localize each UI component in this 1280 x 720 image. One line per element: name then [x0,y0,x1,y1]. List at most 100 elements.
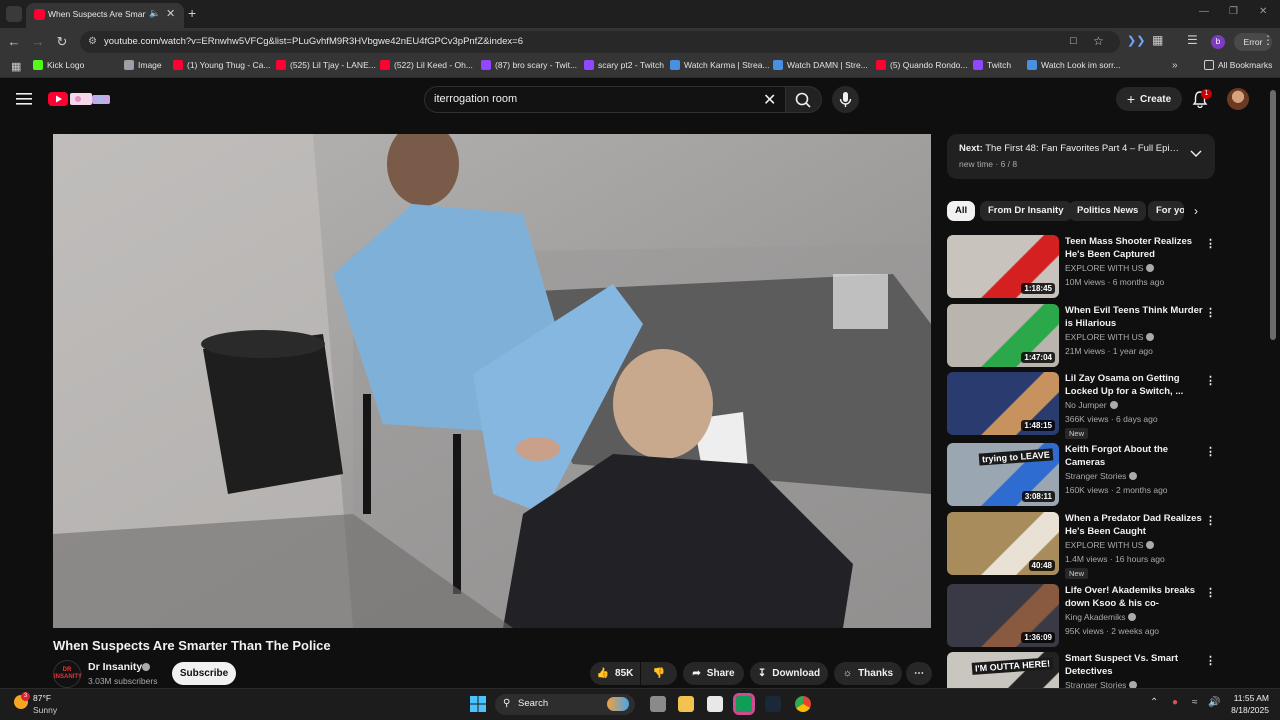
recommended-video-title[interactable]: When a Predator Dad Realizes He's Been C… [1065,512,1205,538]
more-vertical-icon[interactable]: ⋮ [1205,374,1216,387]
windows-start-icon[interactable] [470,696,486,712]
recommended-video-title[interactable]: Lil Zay Osama on Getting Locked Up for a… [1065,372,1205,398]
clock-time[interactable]: 11:55 AM [1233,693,1269,703]
chevron-right-icon[interactable]: › [1194,204,1198,218]
new-tab-button[interactable]: + [188,5,196,21]
forward-icon[interactable]: → [30,34,46,49]
bookmarks-overflow-icon[interactable]: » [1172,60,1178,71]
subscribe-button[interactable]: Subscribe [172,662,236,685]
recommended-video[interactable]: trying to LEAVE 3:08:11 Keith Forgot About… [947,443,1227,507]
microphone-tray-icon[interactable]: ● [1172,697,1178,708]
tab-close-icon[interactable]: ✕ [166,7,175,20]
reload-icon[interactable]: ↻ [54,34,70,50]
steam-icon[interactable] [765,696,781,712]
youtube-logo[interactable] [48,90,112,108]
recommended-video[interactable]: 1:36:09 Life Over! Akademiks breaks down … [947,584,1227,648]
recommended-video-title[interactable]: Keith Forgot About the Cameras [1065,443,1205,469]
recommended-channel[interactable]: EXPLORE WITH US [1065,332,1155,342]
bookmark-item[interactable]: (5) Quando Rondo... [876,60,968,70]
volume-icon[interactable]: 🔊 [1208,697,1220,708]
bookmark-item[interactable]: Kick Logo [33,60,84,70]
extension-icon[interactable]: ❯❯ [1127,34,1145,47]
filter-chip[interactable]: All [947,201,976,221]
playlist-up-next[interactable]: Next: The First 48: Fan Favorites Part 4… [947,134,1215,179]
minimize-icon[interactable]: — [1199,6,1209,17]
task-view-icon[interactable] [650,696,666,712]
taskbar-search[interactable]: ⚲ Search [495,694,635,715]
search-button[interactable] [786,86,822,113]
all-bookmarks-button[interactable]: All Bookmarks [1204,60,1272,70]
recommended-video[interactable]: 1:48:15 Lil Zay Osama on Getting Locked U… [947,372,1227,439]
more-actions-button[interactable]: ⋯ [906,662,932,685]
bookmark-item[interactable]: (522) Lil Keed - Oh... [380,60,473,70]
install-app-icon[interactable]: □ [1070,35,1077,47]
channel-avatar[interactable]: DR INSANITY [53,660,82,688]
more-vertical-icon[interactable]: ⋮ [1205,514,1216,527]
file-explorer-icon[interactable] [678,696,694,712]
bookmark-item[interactable]: Watch DAMN | Stre... [773,60,868,70]
bookmark-item[interactable]: Watch Look im sorr... [1027,60,1121,70]
recommended-channel[interactable]: EXPLORE WITH US [1065,263,1155,273]
search-query[interactable]: iterrogation room [434,93,517,105]
share-button[interactable]: ➦ Share [683,662,744,685]
more-vertical-icon[interactable]: ⋮ [1205,586,1216,599]
bookmark-item[interactable]: (1) Young Thug - Ca... [173,60,270,70]
filter-chip[interactable]: For yo [1148,201,1184,221]
media-controls-icon[interactable]: ☰ [1187,33,1198,47]
recommended-channel[interactable]: Stranger Stories [1065,471,1138,481]
like-button[interactable]: 👍 85K [590,662,640,685]
recommended-video-title[interactable]: Life Over! Akademiks breaks down Ksoo & … [1065,584,1205,610]
bookmark-item[interactable]: Image [124,60,162,70]
clear-search-icon[interactable]: ✕ [763,90,776,110]
hamburger-menu-icon[interactable] [16,92,32,106]
video-thumbnail[interactable]: 1:47:04 [947,304,1059,367]
apps-grid-icon[interactable]: ▦ [11,60,21,73]
bookmark-star-icon[interactable]: ☆ [1093,34,1104,48]
filter-chip[interactable]: From Dr Insanity [980,201,1072,221]
bookmark-item[interactable]: Watch Karma | Strea... [670,60,770,70]
weather-temperature[interactable]: 87°F [33,693,51,703]
video-thumbnail[interactable]: 1:18:45 [947,235,1059,298]
account-avatar[interactable] [1227,88,1249,110]
filter-chip[interactable]: Politics News [1069,201,1147,221]
recommended-video-title[interactable]: Teen Mass Shooter Realizes He's Been Cap… [1065,235,1205,261]
more-vertical-icon[interactable]: ⋮ [1205,654,1216,667]
channel-name[interactable]: Dr Insanity [88,661,142,673]
restore-icon[interactable]: ❐ [1229,6,1238,17]
weather-condition[interactable]: Sunny [33,705,57,715]
tab-active[interactable]: When Suspects Are Smarter Than The Polic… [26,3,184,28]
window-close-icon[interactable]: ✕ [1259,6,1267,17]
address-bar[interactable]: ⚙ youtube.com/watch?v=ERnwhw5VFCg&list=P… [80,31,1120,53]
bookmark-item[interactable]: (87) bro scary - Twit... [481,60,577,70]
sheets-icon[interactable] [733,693,755,715]
more-vertical-icon[interactable]: ⋮ [1205,237,1216,250]
recommended-video[interactable]: 1:47:04 When Evil Teens Think Murder is H… [947,304,1227,368]
recommended-video[interactable]: 40:48 When a Predator Dad Realizes He's B… [947,512,1227,579]
profile-avatar[interactable]: b [1211,35,1225,49]
url-text[interactable]: youtube.com/watch?v=ERnwhw5VFCg&list=PLu… [104,36,523,47]
speaker-icon[interactable]: 🔈 [149,8,160,19]
show-hidden-icons[interactable]: ⌃ [1150,697,1158,708]
video-thumbnail[interactable]: 1:48:15 [947,372,1059,435]
create-button[interactable]: + Create [1116,87,1182,111]
extensions-puzzle-icon[interactable]: ▦ [1152,33,1163,47]
video-player[interactable] [53,134,931,628]
recommended-channel[interactable]: No Jumper [1065,400,1118,410]
search-input[interactable]: iterrogation room ✕ [424,86,786,113]
bookmark-item[interactable]: scary pt2 - Twitch [584,60,664,70]
back-icon[interactable]: ← [6,34,22,49]
chevron-down-icon[interactable] [1190,149,1202,159]
page-scrollbar[interactable] [1270,90,1276,340]
more-vertical-icon[interactable]: ⋮ [1205,306,1216,319]
chrome-icon[interactable] [795,696,811,712]
recommended-channel[interactable]: EXPLORE WITH US [1065,540,1155,550]
video-thumbnail[interactable]: 1:36:09 [947,584,1059,647]
notion-icon[interactable] [707,696,723,712]
download-button[interactable]: ↧ Download [750,662,828,685]
recommended-channel[interactable]: King Akademiks [1065,612,1137,622]
video-thumbnail[interactable]: trying to LEAVE 3:08:11 [947,443,1059,506]
bookmark-item[interactable]: Twitch [973,60,1011,70]
video-thumbnail[interactable]: 40:48 [947,512,1059,575]
more-vertical-icon[interactable]: ⋮ [1205,445,1216,458]
browser-menu-icon[interactable]: ⋮ [1262,33,1274,47]
